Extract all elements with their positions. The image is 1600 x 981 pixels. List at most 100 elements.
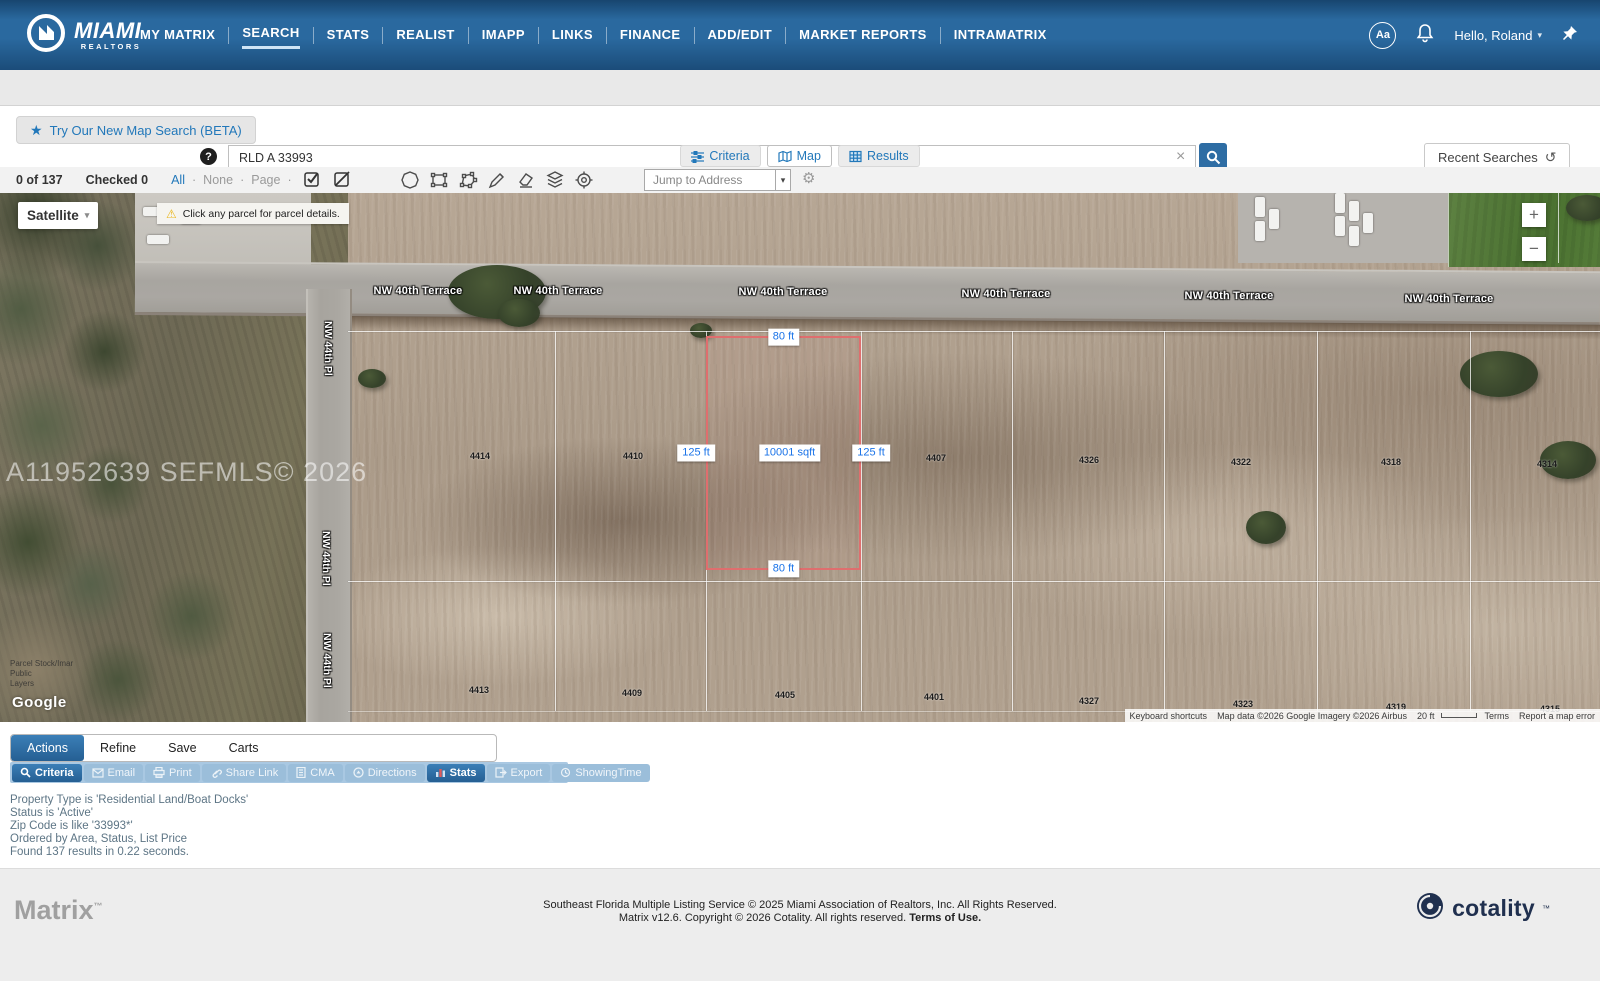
parcel-line — [555, 331, 556, 711]
user-menu[interactable]: Hello, Roland ▾ — [1454, 28, 1542, 43]
checked-count: Checked 0 — [86, 173, 149, 187]
zoom-out-button[interactable]: − — [1522, 237, 1546, 261]
nav-item-intramatrix[interactable]: INTRAMATRIX — [954, 23, 1047, 48]
nav-item-my-matrix[interactable]: MY MATRIX — [140, 23, 215, 48]
warning-icon: ⚠ — [166, 207, 177, 221]
tab-map[interactable]: Map — [767, 145, 832, 167]
footer-text: Southeast Florida Multiple Listing Servi… — [0, 899, 1600, 924]
actions-tabbar: Actions Refine Save Carts — [10, 734, 497, 762]
nav-item-search[interactable]: SEARCH — [242, 21, 299, 49]
keyboard-shortcuts-link[interactable]: Keyboard shortcuts — [1125, 711, 1213, 721]
nav-item-links[interactable]: LINKS — [552, 23, 593, 48]
tab-results[interactable]: Results — [838, 145, 920, 167]
scale-label: 20 ft — [1412, 711, 1440, 721]
cotality-icon — [1415, 891, 1445, 926]
polygon-draw-icon[interactable] — [458, 170, 478, 190]
map-settings-icon[interactable] — [574, 170, 594, 190]
nav-separator — [313, 27, 314, 44]
street-label: NW 40th Terrace — [739, 286, 828, 298]
brand-name: MIAMI — [74, 20, 141, 42]
map-canvas[interactable]: 80 ft 125 ft 10001 sqft 125 ft 80 ft NW … — [0, 193, 1600, 722]
parcel-number: 4323 — [1233, 699, 1253, 709]
tab-criteria[interactable]: Criteria — [680, 145, 760, 167]
parcel-line — [348, 581, 1600, 582]
star-icon: ★ — [30, 122, 43, 139]
select-all-link[interactable]: All — [171, 173, 185, 187]
font-size-button[interactable]: Aa — [1369, 22, 1396, 49]
parcel-line — [1317, 331, 1318, 711]
parcel-notice: ⚠ Click any parcel for parcel details. — [157, 203, 349, 224]
cotality-logo: cotality™ — [1415, 891, 1550, 926]
rectangle-draw-icon[interactable] — [429, 170, 449, 190]
scale-bar — [1441, 713, 1477, 718]
highlighted-parcel[interactable]: 80 ft 125 ft 10001 sqft 125 ft 80 ft — [706, 336, 861, 570]
footer-line1: Southeast Florida Multiple Listing Servi… — [0, 899, 1600, 912]
tree — [358, 369, 386, 388]
showingtime-button[interactable]: ShowingTime — [552, 764, 649, 782]
parcel-width-top: 80 ft — [768, 329, 799, 346]
nav-item-add-edit[interactable]: ADD/EDIT — [708, 23, 773, 48]
map-data-text: Map data ©2026 Google Imagery ©2026 Airb… — [1212, 711, 1412, 721]
street-label: NW 40th Terrace — [1185, 290, 1274, 302]
tab-actions[interactable]: Actions — [11, 735, 84, 761]
share-link-button[interactable]: Share Link — [202, 764, 287, 782]
nav-separator — [468, 27, 469, 44]
directions-button[interactable]: Directions — [345, 764, 425, 782]
parcel-number: 4407 — [926, 453, 946, 463]
nav-item-realist[interactable]: REALIST — [396, 23, 454, 48]
select-page-link[interactable]: Page — [251, 173, 280, 187]
cma-button[interactable]: CMA — [288, 764, 342, 782]
jump-caret[interactable]: ▾ — [776, 169, 791, 191]
tree — [1460, 351, 1538, 397]
nav-separator — [538, 27, 539, 44]
nav-menu: MY MATRIX SEARCH STATS REALIST IMAPP LIN… — [140, 0, 1047, 70]
street-label-vertical: NW 44th Pl — [321, 633, 333, 688]
report-map-error-link[interactable]: Report a map error — [1514, 711, 1600, 721]
parcel-width-bottom: 80 ft — [768, 560, 799, 577]
footer-line2: Matrix v12.6. Copyright © 2026 Cotality.… — [619, 912, 906, 924]
map-attribution: Keyboard shortcuts Map data ©2026 Google… — [1125, 709, 1600, 722]
tab-refine[interactable]: Refine — [84, 735, 152, 761]
street-label-vertical: NW 44th Pl — [320, 531, 332, 586]
gear-icon[interactable]: ⚙ — [802, 169, 815, 187]
notifications-bell-icon[interactable] — [1416, 23, 1434, 48]
uncheck-selected-icon[interactable] — [333, 170, 352, 191]
zoom-in-button[interactable]: + — [1522, 203, 1546, 227]
check-selected-icon[interactable] — [303, 170, 322, 191]
eraser-icon[interactable] — [516, 170, 536, 190]
nav-item-imapp[interactable]: IMAPP — [482, 23, 525, 48]
nav-separator — [228, 27, 229, 44]
export-button[interactable]: Export — [487, 764, 551, 782]
nav-item-stats[interactable]: STATS — [327, 23, 370, 48]
actions-button-strip: Criteria Email Print Share Link CMA Dire… — [10, 762, 568, 783]
radius-draw-icon[interactable] — [400, 170, 420, 190]
stats-button[interactable]: Stats — [427, 764, 485, 782]
google-logo: Google — [12, 694, 67, 711]
street-label: NW 40th Terrace — [1405, 293, 1494, 305]
criteria-line: Status is 'Active' — [10, 807, 248, 820]
parcel-number: 4327 — [1079, 696, 1099, 706]
map-type-control[interactable]: Satellite ▾ — [18, 202, 98, 229]
parcel-line — [861, 331, 862, 711]
layer-legend: Parcel Stock/Imar Public Layers — [10, 659, 73, 689]
pin-icon[interactable] — [1562, 25, 1578, 46]
print-button[interactable]: Print — [145, 764, 200, 782]
terms-of-use-link[interactable]: Terms of Use. — [909, 912, 981, 924]
criteria-line: Property Type is 'Residential Land/Boat … — [10, 794, 248, 807]
layers-icon[interactable] — [545, 170, 565, 190]
criteria-button[interactable]: Criteria — [12, 764, 82, 782]
miami-realtors-logo[interactable]: MIAMI REALTORS — [26, 13, 141, 58]
nav-item-finance[interactable]: FINANCE — [620, 23, 681, 48]
view-tabs: Criteria Map Results — [0, 145, 1600, 167]
tab-save[interactable]: Save — [152, 735, 213, 761]
jump-to-address-select[interactable]: Jump to Address — [644, 169, 776, 191]
nav-item-market-reports[interactable]: MARKET REPORTS — [799, 23, 927, 48]
chevron-down-icon: ▾ — [1537, 30, 1542, 41]
email-button[interactable]: Email — [84, 764, 144, 782]
freehand-draw-icon[interactable] — [487, 170, 507, 190]
nav-separator — [606, 27, 607, 44]
terms-link[interactable]: Terms — [1479, 711, 1514, 721]
tab-carts[interactable]: Carts — [213, 735, 275, 761]
new-map-search-beta-button[interactable]: ★ Try Our New Map Search (BETA) — [16, 116, 256, 144]
select-none-link[interactable]: None — [203, 173, 233, 187]
